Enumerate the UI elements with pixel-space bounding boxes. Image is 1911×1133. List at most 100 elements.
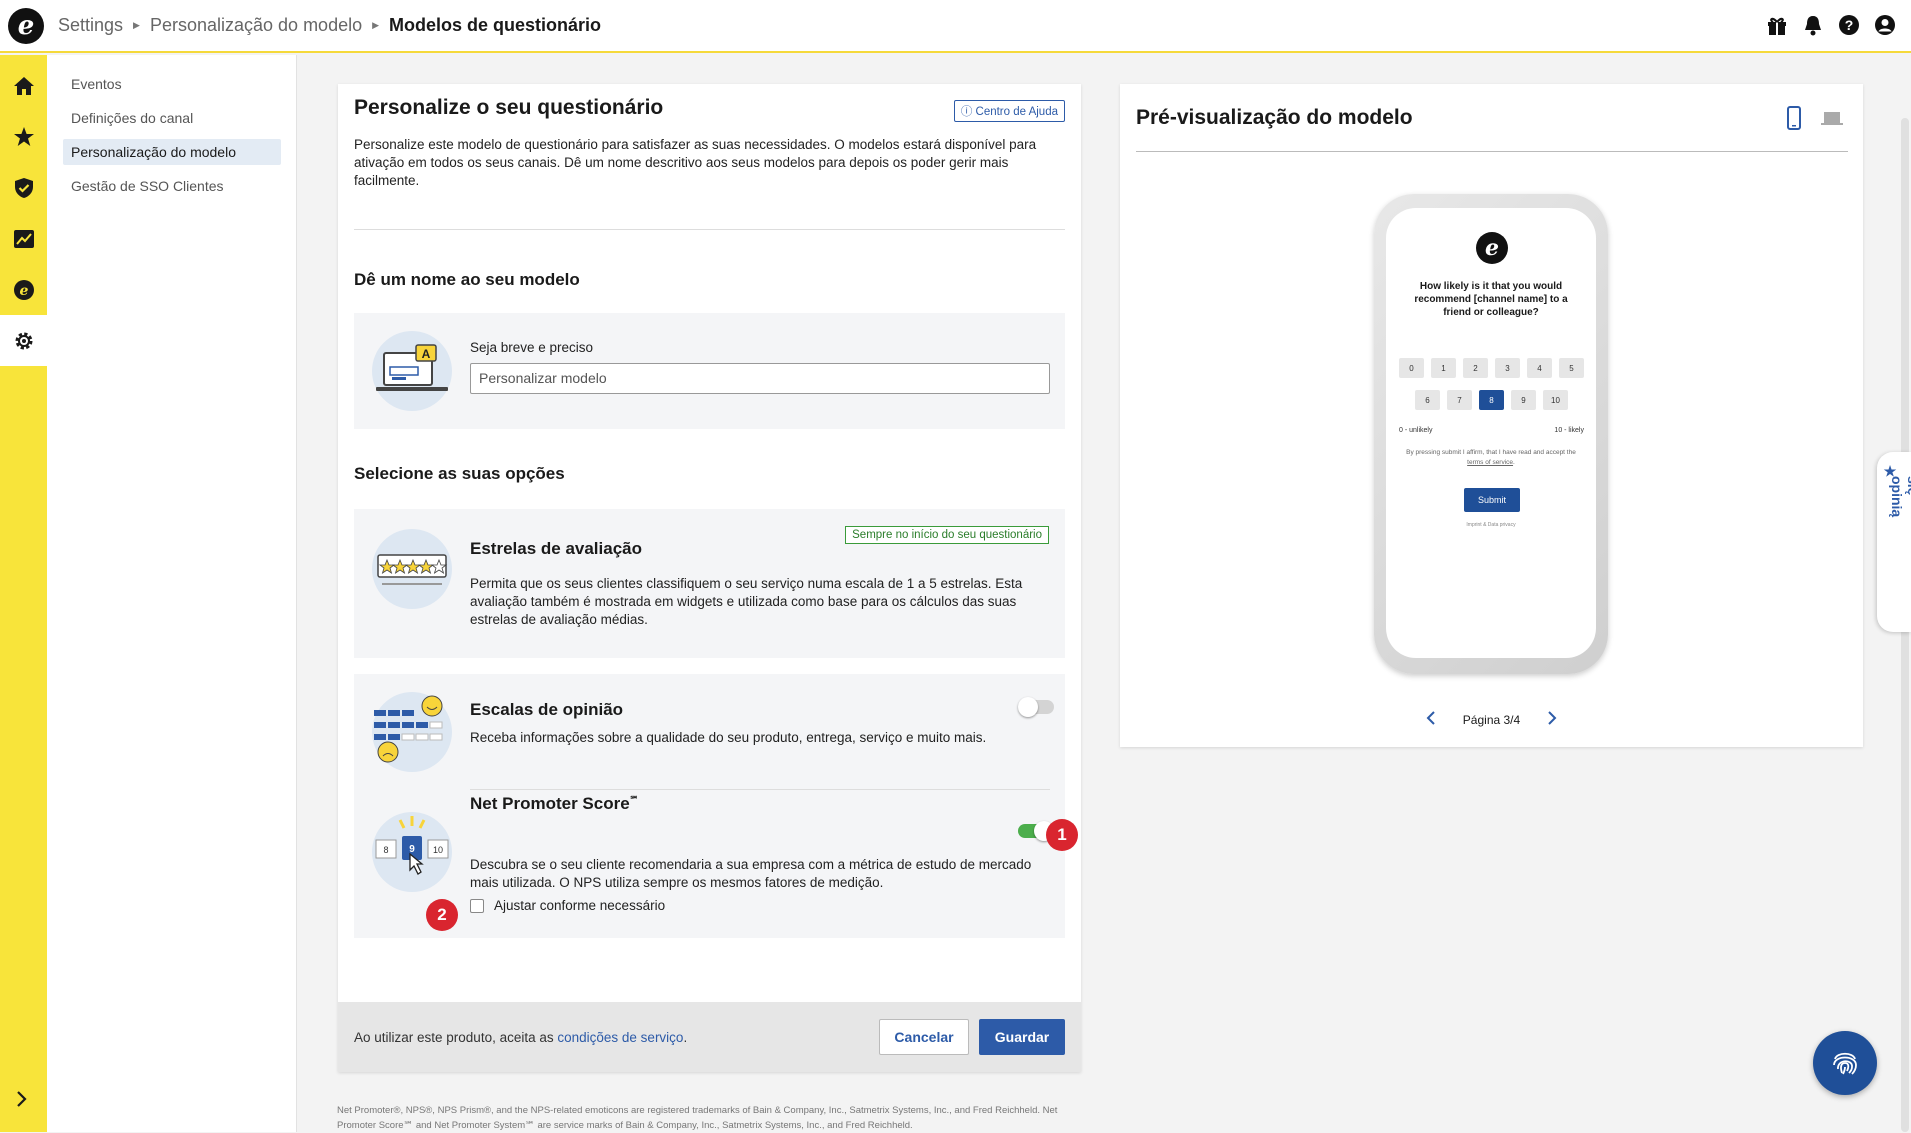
fingerprint-icon[interactable] [1813,1031,1877,1095]
svg-text:?: ? [1845,17,1854,33]
scale-option: 6 [1415,390,1440,410]
help-icon[interactable]: ? [1837,13,1861,37]
name-field-label: Seja breve e preciso [470,340,594,355]
terms-link[interactable]: condições de serviço [557,1030,683,1045]
scale-option: 4 [1527,358,1552,378]
nps-illustration: 8 9 10 [372,812,452,892]
preview-imprint: Imprint & Data privacy [1466,522,1516,528]
adjust-checkbox-label[interactable]: Ajustar conforme necessário [494,898,665,913]
cancel-button[interactable]: Cancelar [879,1019,969,1055]
scale-option: 9 [1511,390,1536,410]
scale-low-label: 0 - unlikely [1399,427,1433,434]
scale-option: 0 [1399,358,1424,378]
breadcrumb: Settings ▶ Personalização do modelo ▶ Mo… [58,15,601,36]
scale-option: 5 [1559,358,1584,378]
preview-pager: Página 3/4 [1120,711,1863,728]
breadcrumb-template-personalization[interactable]: Personalização do modelo [150,15,362,36]
breadcrumb-separator-icon: ▶ [133,20,140,30]
desktop-device-icon[interactable] [1820,106,1844,130]
scale-option-selected: 8 [1479,390,1504,410]
nps-desc: Descubra se o seu cliente recomendaria a… [470,857,1032,890]
terms-text: Ao utilizar este produto, aceita as [354,1029,558,1045]
questionnaire-card: Personalize o seu questionário ⓘ Centro … [338,84,1081,1072]
preview-title: Pré-visualização do modelo [1136,106,1413,129]
trademark-disclaimer: Net Promoter®, NPS®, NPS Prism®, and the… [337,1105,1058,1131]
mobile-device-icon[interactable] [1786,106,1806,130]
expand-chevron-icon[interactable] [12,1089,32,1114]
home-icon[interactable] [0,60,47,111]
feedback-tab[interactable]: ★ Podziel się opinią [1877,452,1911,632]
subnav-item-sso-customers[interactable]: Gestão de SSO Clientes [63,173,281,199]
help-center-label: Centro de Ajuda [975,106,1058,118]
star-rating-desc: Permita que os seus clientes classifique… [470,576,1023,627]
bell-icon[interactable] [1801,13,1825,37]
settings-gear-icon[interactable] [0,315,47,366]
preview-submit-button: Submit [1464,488,1520,512]
user-icon[interactable] [1873,13,1897,37]
trustedshops-logo[interactable]: e [8,7,44,44]
phone-screen: e How likely is it that you would recomm… [1386,208,1596,658]
template-name-input[interactable]: Personalizar modelo [470,363,1050,394]
name-section-title: Dê um nome ao seu modelo [354,270,580,289]
star-icon[interactable] [0,111,47,162]
nps-title-text: Net Promoter Score [470,794,630,813]
page-indicator: Página 3/4 [1462,712,1521,727]
analytics-icon[interactable] [0,213,47,264]
annotation-marker-1: 1 [1046,819,1078,851]
opinion-nps-options: Escalas de opinião Receba informações so… [354,674,1065,938]
scale-option: 7 [1447,390,1472,410]
help-circle-icon: ⓘ [960,106,973,118]
divider [470,789,1050,790]
svg-text:e: e [19,283,28,299]
star-rating-option: Sempre no início do seu questionário Est… [354,509,1065,658]
star-rating-title: Estrelas de avaliação [470,539,643,558]
scale-option: 10 [1543,390,1568,410]
card-footer: Ao utilizar este produto, aceita as cond… [338,1002,1081,1072]
name-box: A Seja breve e preciso Personalizar mode… [354,313,1065,429]
phone-mockup: e How likely is it that you would recomm… [1374,194,1608,674]
prev-page-chevron-icon[interactable] [1425,711,1437,728]
settings-subnav: Eventos Definições do canal Personalizaç… [47,55,297,1132]
toggle-knob [1018,697,1038,717]
scale-option: 3 [1495,358,1520,378]
adjust-checkbox[interactable] [470,899,484,913]
svg-text:A: A [422,347,431,361]
nps-service-mark: ℠ [629,794,639,805]
scale-option: 1 [1431,358,1456,378]
opinion-scales-title: Escalas de opinião [470,700,624,719]
preview-logo: e [1476,232,1508,264]
next-page-chevron-icon[interactable] [1546,711,1558,728]
feedback-tab-text: Podziel się opinią [1889,476,1911,518]
card-title: Personalize o seu questionário [354,96,664,119]
shield-check-icon[interactable] [0,162,47,213]
breadcrumb-separator-icon: ▶ [372,20,380,30]
divider [1136,151,1848,152]
scale-option: 2 [1463,358,1488,378]
subnav-item-events[interactable]: Eventos [63,71,281,97]
left-rail: e [0,55,47,1132]
laptop-illustration: A [372,331,452,411]
trustedshops-e-icon[interactable]: e [0,264,47,315]
always-first-badge: Sempre no início do seu questionário [845,526,1049,544]
preview-fine-print: By pressing submit I affirm, that I have… [1406,449,1576,466]
annotation-marker-2: 2 [426,899,458,931]
top-bar: e Settings ▶ Personalização do modelo ▶ … [0,0,1911,53]
gift-icon[interactable] [1765,13,1789,37]
subnav-item-channel-settings[interactable]: Definições do canal [63,105,281,131]
save-button[interactable]: Guardar [979,1019,1065,1055]
breadcrumb-settings[interactable]: Settings [58,15,123,36]
fine-print-terms-link: terms of service [1467,459,1514,466]
star-rating-illustration [372,529,452,609]
help-center-link[interactable]: ⓘ Centro de Ajuda [953,100,1065,122]
page-title: Modelos de questionário [389,15,602,35]
nps-illu-number-10: 10 [433,845,443,855]
options-section-title: Selecione as suas opções [354,464,565,483]
opinion-scales-desc: Receba informações sobre a qualidade do … [470,730,987,745]
subnav-item-template-personalization[interactable]: Personalização do modelo [63,139,281,165]
nps-title: Net Promoter Score℠ [470,794,639,814]
template-preview-panel: Pré-visualização do modelo e How likely … [1120,84,1863,747]
nps-illu-number-8: 8 [383,845,388,855]
intro-text: Personalize este modelo de questionário … [354,137,1037,188]
terms-end: . [683,1029,688,1045]
opinion-scales-toggle[interactable] [1018,697,1054,717]
